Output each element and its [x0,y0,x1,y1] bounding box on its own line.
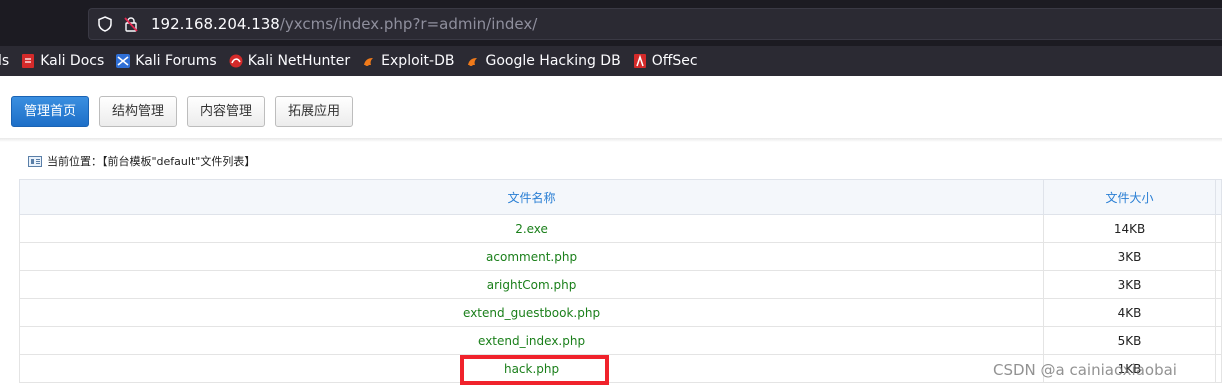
offsec-icon [633,54,646,68]
bookmark-label: Kali Forums [135,53,217,69]
ghdb-icon [468,58,478,66]
extra-cell [1214,214,1222,243]
extra-cell [1214,354,1222,383]
tab-structure[interactable]: 结构管理 [99,96,178,127]
breadcrumb-text: 当前位置：【前台模板"default"文件列表】 [47,155,256,168]
bookmark-label: Kali NetHunter [247,53,351,69]
bookmark-kali-nethunter[interactable]: Kali NetHunter [229,53,350,69]
watermark: CSDN @a cainiaoxiaobai [993,361,1177,379]
kali-nethunter-icon [229,54,243,68]
bookmark-ghdb[interactable]: Google Hacking DB [466,53,621,69]
file-name-cell: extend_guestbook.php [18,298,1045,327]
file-link[interactable]: 2.exe [515,222,548,236]
bookmark-offsec[interactable]: OffSec [633,53,698,69]
kali-forums-icon [116,54,131,68]
header-extra [1214,179,1222,215]
file-name-cell: arightCom.php [18,270,1045,299]
file-size-cell: 3KB [1043,270,1216,299]
table-row: extend_index.php 5KB [18,326,1222,355]
exploit-db-icon [364,58,374,66]
bookmark-label: ls [0,53,10,69]
bookmark-label: Exploit-DB [381,53,455,69]
admin-header: 管理首页 结构管理 内容管理 拓展应用 [0,76,1222,142]
table-row: 2.exe 14KB [18,214,1222,243]
tab-extensions[interactable]: 拓展应用 [275,96,354,127]
table-row: acomment.php 3KB [18,242,1222,271]
file-link[interactable]: extend_guestbook.php [463,306,600,320]
file-link[interactable]: acomment.php [486,250,577,264]
insecure-lock-icon[interactable] [123,16,139,32]
url-host: 192.168.204.138 [151,15,280,33]
bookmark-label: OffSec [651,53,698,69]
file-size-cell: 4KB [1043,298,1216,327]
file-link[interactable]: arightCom.php [487,278,577,292]
tab-admin-home[interactable]: 管理首页 [11,96,90,127]
header-file-name[interactable]: 文件名称 [18,179,1045,215]
file-size-cell: 3KB [1043,242,1216,271]
browser-toolbar: 192.168.204.138/yxcms/index.php?r=admin/… [0,0,1222,46]
file-name-cell: extend_index.php [18,326,1045,355]
bookmark-label: Kali Docs [40,53,105,69]
file-list-table: 文件名称 文件大小 2.exe 14KB acomment.php 3KB ar… [18,179,1222,383]
file-link[interactable]: extend_index.php [478,334,585,348]
file-name-cell: 2.exe [18,214,1045,243]
kali-docs-icon [22,54,35,68]
bookmark-kali-docs[interactable]: Kali Docs [21,53,104,69]
file-name-cell: acomment.php [18,242,1045,271]
main-nav: 管理首页 结构管理 内容管理 拓展应用 [11,96,363,127]
bookmark-partial[interactable]: ls [0,53,9,69]
location-icon [28,155,42,167]
table-row: arightCom.php 3KB [18,270,1222,299]
extra-cell [1214,326,1222,355]
address-bar[interactable]: 192.168.204.138/yxcms/index.php?r=admin/… [88,8,1222,40]
file-size-cell: 5KB [1043,326,1216,355]
extra-cell [1214,242,1222,271]
shield-icon[interactable] [97,16,113,32]
table-row: extend_guestbook.php 4KB [18,298,1222,327]
header-file-size[interactable]: 文件大小 [1043,179,1216,215]
annotation-highlight-box [460,355,609,385]
file-size-cell: 14KB [1043,214,1216,243]
bookmark-exploit-db[interactable]: Exploit-DB [362,53,454,69]
bookmark-kali-forums[interactable]: Kali Forums [116,53,217,69]
url-text[interactable]: 192.168.204.138/yxcms/index.php?r=admin/… [151,15,537,33]
bookmark-label: Google Hacking DB [485,53,621,69]
url-path: /yxcms/index.php?r=admin/index/ [279,15,538,33]
bookmarks-bar: ls Kali Docs Kali Forums Kali NetHunter … [0,46,1222,76]
breadcrumb: 当前位置：【前台模板"default"文件列表】 [28,153,255,169]
extra-cell [1214,298,1222,327]
tab-content[interactable]: 内容管理 [187,96,266,127]
table-header-row: 文件名称 文件大小 [18,179,1222,215]
extra-cell [1214,270,1222,299]
